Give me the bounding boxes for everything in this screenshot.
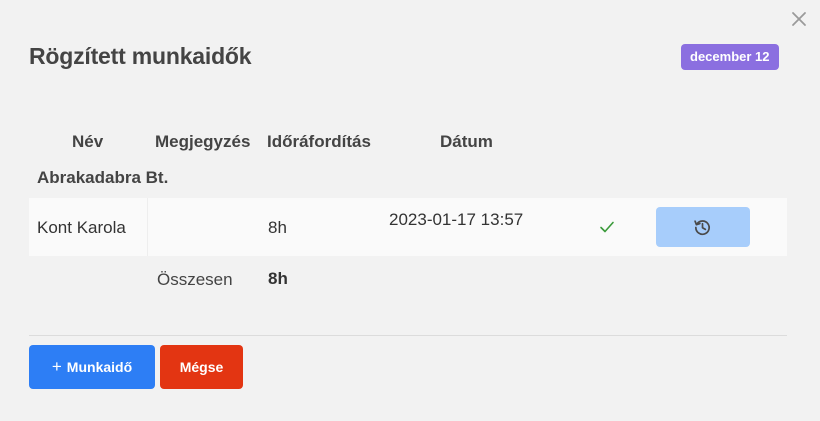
plus-icon: + <box>51 357 62 376</box>
worktime-dialog: Rögzített munkaidők december 12 Név Megj… <box>0 0 820 421</box>
column-header-name: Név <box>72 132 104 151</box>
cancel-button[interactable]: Mégse <box>160 345 243 389</box>
date-badge: december 12 <box>681 44 779 70</box>
close-icon <box>792 12 806 26</box>
check-icon <box>600 221 614 233</box>
cell-date: 2023-01-17 13:57 <box>389 210 524 229</box>
cell-hours: 8h <box>268 218 287 237</box>
close-button[interactable] <box>789 9 809 29</box>
footer-divider <box>29 335 787 336</box>
total-label: Összesen <box>157 270 233 289</box>
cell-name: Kont Karola <box>37 218 126 237</box>
add-worktime-label: Munkaidő <box>66 359 133 375</box>
history-icon <box>694 220 710 236</box>
column-header-hours: Időráfordítás <box>267 132 371 151</box>
history-button[interactable] <box>656 207 750 247</box>
dialog-title: Rögzített munkaidők <box>29 43 252 69</box>
total-value: 8h <box>268 269 288 288</box>
table-row: Kont Karola 8h 2023-01-17 13:57 <box>29 198 787 256</box>
column-divider <box>147 198 148 256</box>
column-header-date: Dátum <box>440 132 493 151</box>
add-worktime-button[interactable]: + Munkaidő <box>29 345 155 389</box>
group-heading: Abrakadabra Bt. <box>37 168 169 187</box>
column-header-note: Megjegyzés <box>155 132 251 151</box>
